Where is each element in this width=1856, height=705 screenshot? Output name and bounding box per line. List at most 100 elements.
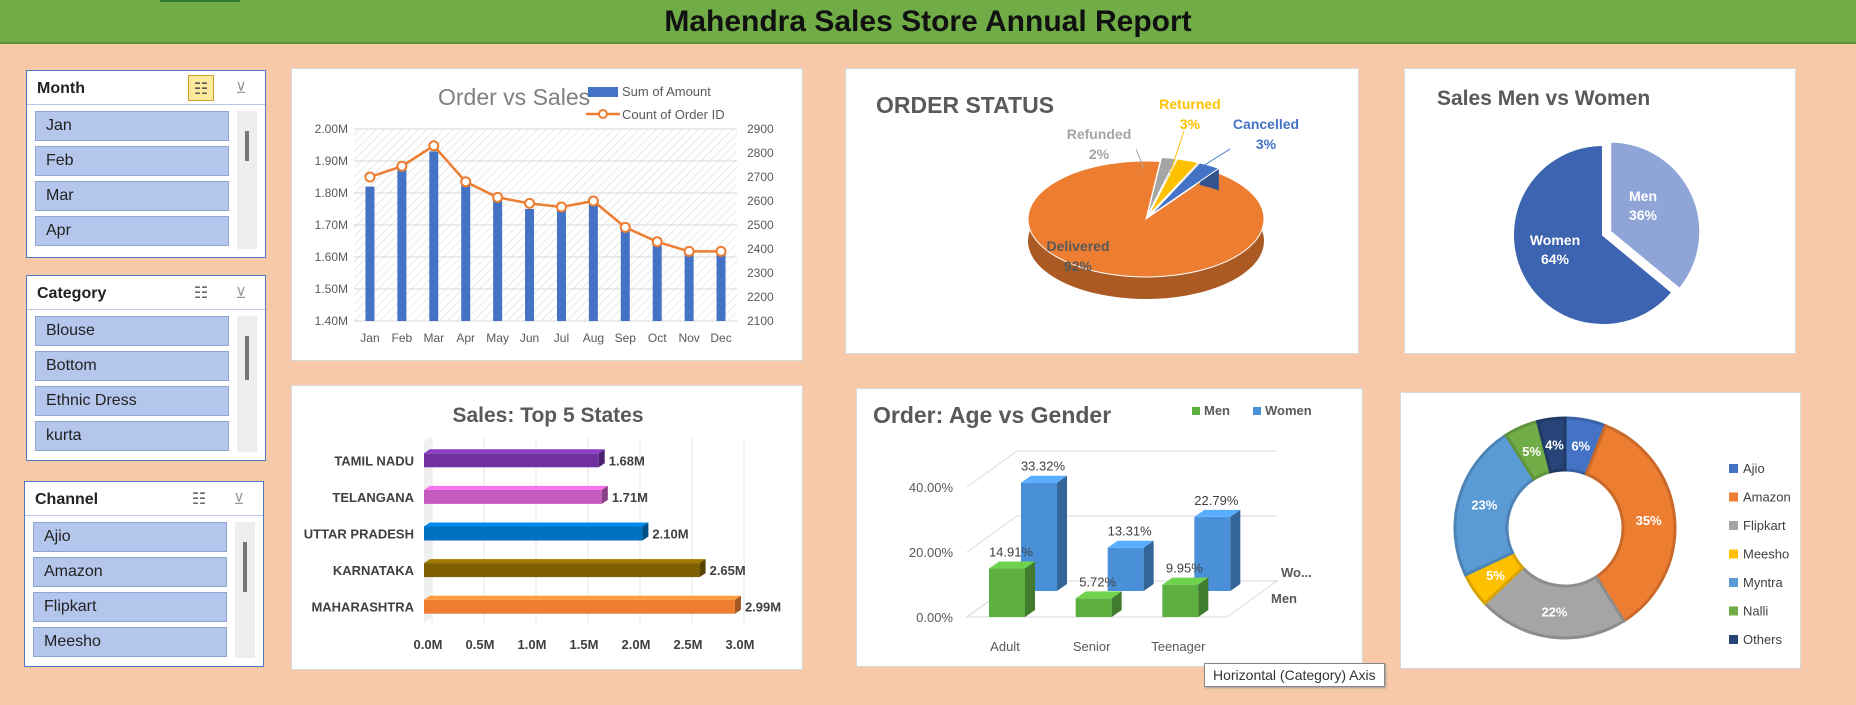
y-tick-label: 1.50M — [315, 282, 348, 296]
slicer-category[interactable]: Category ☷ ⊻ Blouse Bottom Ethnic Dress … — [26, 275, 266, 461]
slicer-item-meesho[interactable]: Meesho — [33, 627, 227, 657]
slicer-channel-scrollbar[interactable] — [235, 522, 255, 658]
scroll-thumb[interactable] — [245, 336, 249, 380]
report-title: Mahendra Sales Store Annual Report — [664, 5, 1192, 38]
legend-swatch-men — [1192, 407, 1200, 415]
multi-select-icon[interactable]: ☷ — [188, 280, 214, 306]
slice-label-returned: Returned — [1159, 96, 1220, 112]
slicer-month-title: Month — [37, 80, 85, 97]
slice-value-flipkart: 22% — [1541, 604, 1567, 619]
y-tick-label: 1.60M — [315, 250, 348, 264]
slice-value-returned: 3% — [1180, 116, 1201, 132]
clear-filter-icon[interactable]: ⊻ — [228, 280, 254, 306]
legend-label-amount: Sum of Amount — [622, 84, 711, 99]
value-label: 1.71M — [612, 490, 648, 505]
point-may — [492, 191, 504, 203]
point-jun — [524, 197, 536, 209]
x-tick-label: Nov — [678, 331, 699, 345]
category-label: TAMIL NADU — [334, 453, 414, 468]
slicer-month-header: Month ☷ ⊻ — [27, 71, 265, 105]
x-tick-label: Jan — [360, 331, 379, 345]
chart-title: ORDER STATUS — [876, 92, 1054, 118]
chart-age-gender[interactable]: Order: Age vs Gender 0.00% 20.00% 40.00% Wo… — [856, 388, 1363, 667]
value-label: 2.99M — [745, 600, 781, 615]
bar-men-adult-side — [1025, 561, 1035, 617]
bar-top-tamil-nadu — [424, 449, 605, 454]
slice-value-refunded: 2% — [1089, 146, 1110, 162]
x-tick-label: 1.0M — [518, 637, 547, 652]
chart-order-vs-sales[interactable]: Order vs Sales Sum of Amount Count of Or… — [291, 68, 803, 361]
bar-top-maharashtra — [424, 595, 741, 600]
value-label: 2.10M — [652, 527, 688, 542]
slicer-channel-title: Channel — [35, 491, 99, 508]
slicer-month-list: Jan Feb Mar Apr — [35, 111, 229, 251]
bar-jun — [525, 209, 535, 321]
slicer-item-jan[interactable]: Jan — [35, 111, 229, 141]
x-tick-label: Jun — [520, 331, 539, 345]
category-label: TELANGANA — [332, 490, 414, 505]
data-label: 9.95% — [1166, 561, 1203, 576]
clear-filter-icon[interactable]: ⊻ — [226, 486, 252, 512]
slicer-item-amazon[interactable]: Amazon — [33, 557, 227, 587]
slicer-item-blouse[interactable]: Blouse — [35, 316, 229, 346]
x-tick-label: Dec — [710, 331, 731, 345]
chart-order-status[interactable]: ORDER STATUS Delivered 92% Refunded 2% Retur… — [845, 68, 1359, 354]
chart-title: Order vs Sales — [438, 84, 590, 110]
x-tick-label: Aug — [583, 331, 604, 345]
x-tick-label: Adult — [990, 639, 1020, 654]
bar-women-teenager-side — [1230, 509, 1241, 591]
legend-swatch-others — [1729, 635, 1738, 644]
bar-oct — [652, 237, 662, 321]
depth-label: Wo... — [1281, 565, 1312, 580]
multi-select-icon[interactable]: ☷ — [188, 75, 214, 101]
legend-swatch-nalli — [1729, 606, 1738, 616]
slicer-category-scrollbar[interactable] — [237, 316, 257, 452]
data-label: 13.31% — [1108, 524, 1153, 539]
slicer-item-ethnic-dress[interactable]: Ethnic Dress — [35, 386, 229, 416]
slicer-item-flipkart[interactable]: Flipkart — [33, 592, 227, 622]
axis-tooltip: Horizontal (Category) Axis — [1204, 663, 1385, 687]
scroll-thumb[interactable] — [243, 542, 247, 592]
slicer-month[interactable]: Month ☷ ⊻ Jan Feb Mar Apr — [26, 70, 266, 258]
x-tick-label: Feb — [392, 331, 413, 345]
chart-sales-men-women[interactable]: Sales Men vs Women Men 36% Women 64% — [1404, 68, 1796, 354]
slicer-month-scrollbar[interactable] — [237, 111, 257, 249]
x-tick-label: 1.5M — [570, 637, 599, 652]
slicer-channel[interactable]: Channel ☷ ⊻ Ajio Amazon Flipkart Meesho — [24, 481, 264, 667]
slicer-item-feb[interactable]: Feb — [35, 146, 229, 176]
chart-title: Order: Age vs Gender — [873, 402, 1111, 428]
slice-value-men: 36% — [1629, 207, 1658, 223]
slicer-item-kurta[interactable]: kurta — [35, 421, 229, 451]
legend-label-meesho: Meesho — [1743, 547, 1789, 562]
category-label: KARNATAKA — [333, 563, 415, 578]
bar-feb — [397, 167, 407, 321]
bar-men-adult — [989, 568, 1025, 617]
value-label: 2.65M — [710, 563, 746, 578]
bar-women-senior-side — [1143, 540, 1154, 591]
category-label: UTTAR PRADESH — [304, 527, 414, 542]
x-tick-label: Sep — [615, 331, 637, 345]
gridline-depth — [966, 450, 1018, 488]
y-tick-label: 40.00% — [909, 480, 954, 495]
slicer-item-mar[interactable]: Mar — [35, 181, 229, 211]
depth-label: Men — [1271, 591, 1297, 606]
y2-tick-label: 2200 — [747, 290, 774, 304]
scroll-thumb[interactable] — [245, 131, 249, 161]
clear-filter-icon[interactable]: ⊻ — [228, 75, 254, 101]
point-dec — [715, 245, 727, 257]
legend-label-ajio: Ajio — [1743, 461, 1765, 476]
chart-top-5-states[interactable]: Sales: Top 5 States 0.0M 0.5M 1.0M 1.5M 2.0M… — [291, 385, 803, 670]
x-tick-label: 0.0M — [414, 637, 443, 652]
slicer-item-apr[interactable]: Apr — [35, 216, 229, 246]
legend-swatch-meesho — [1729, 549, 1738, 559]
slicer-item-bottom[interactable]: Bottom — [35, 351, 229, 381]
point-sep — [619, 221, 631, 233]
bar-top-karnataka — [424, 559, 706, 564]
slicer-item-ajio[interactable]: Ajio — [33, 522, 227, 552]
bar-jul — [556, 209, 566, 321]
legend-label-others: Others — [1743, 632, 1783, 647]
slice-value-delivered: 92% — [1064, 258, 1093, 274]
chart-channel-donut[interactable]: 6% Ajio 35% Amazon 22% Flipkart 5% Meesho 23% Myn… — [1400, 392, 1801, 669]
top-states-svg: Sales: Top 5 States 0.0M 0.5M 1.0M 1.5M 2.0M… — [304, 404, 781, 652]
multi-select-icon[interactable]: ☷ — [186, 486, 212, 512]
